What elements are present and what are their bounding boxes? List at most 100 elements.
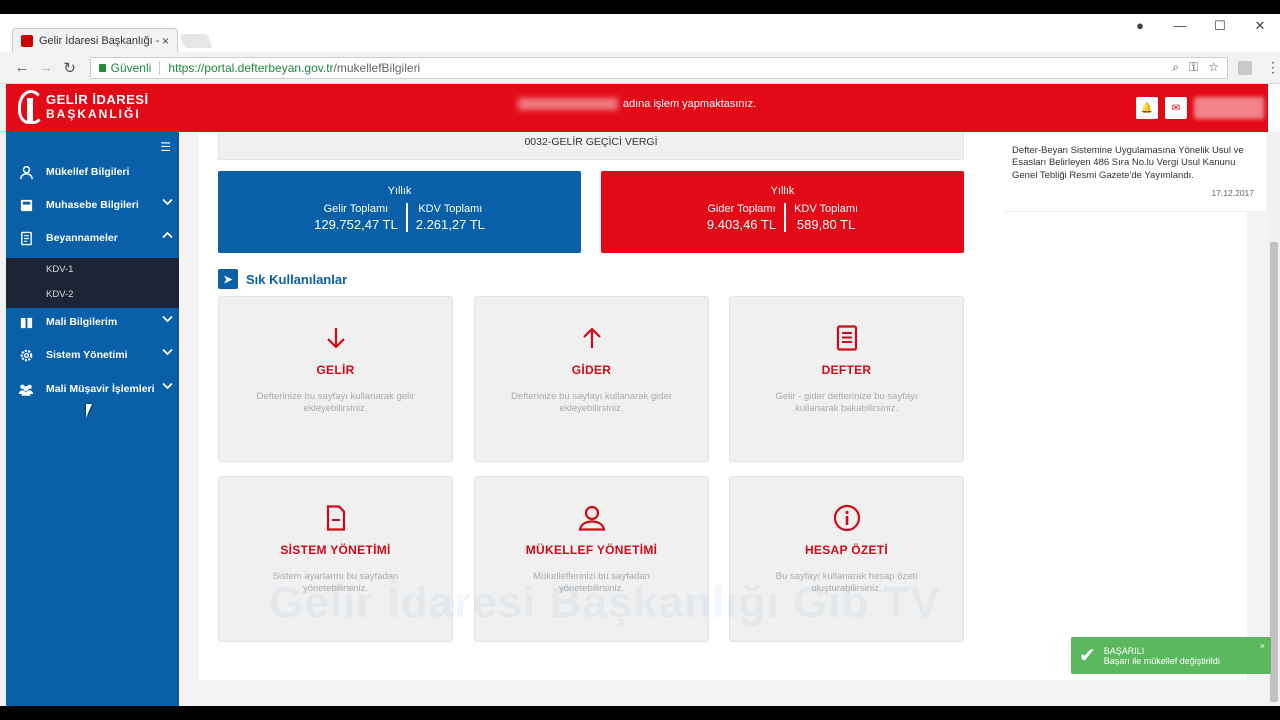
quick-card-gelir[interactable]: GELİR Defterinize bu sayfayı kullanarak … — [218, 296, 453, 462]
quick-card-title: SİSTEM YÖNETİMİ — [280, 543, 391, 557]
blurred-taxpayer-name — [517, 98, 618, 111]
user-menu-button[interactable] — [1194, 97, 1264, 119]
income-period: Yıllık — [387, 185, 412, 197]
mail-icon[interactable]: ✉ — [1165, 97, 1187, 119]
sidebar-item-beyannameler[interactable]: Beyannameler — [6, 226, 179, 250]
sidebar-item-mali-musavir-islemleri[interactable]: Mali Müşavir İşlemleri — [6, 377, 179, 401]
users-icon — [18, 381, 34, 397]
quick-card-desc: Defterinize bu sayfayı kullanarak gider … — [510, 391, 673, 414]
beyannameler-submenu: KDV-1 KDV-2 — [6, 258, 179, 308]
quick-card-desc: Defterinize bu sayfayı kullanarak gelir … — [256, 391, 415, 414]
url-field[interactable]: Güvenli https://portal.defterbeyan.gov.t… — [89, 56, 1229, 79]
browser-tab[interactable]: Gelir İdaresi Başkanlığı - × — [12, 28, 178, 52]
scrollbar-thumb[interactable] — [1270, 242, 1278, 702]
chevron-down-icon — [162, 347, 173, 359]
chevron-down-icon — [162, 314, 173, 326]
toast-message: Başarı ile mükellef değiştirildi — [1103, 655, 1220, 666]
url-host: https://portal.defterbeyan.gov.tr — [168, 60, 334, 75]
chevron-down-icon — [162, 381, 173, 393]
quick-card-desc: Gelir - gider defterinize bu sayfayı kul… — [775, 391, 918, 414]
header-message-text: adına işlem yapmaktasınız. — [622, 98, 757, 110]
main-content: 0032-GELİR GEÇİCİ VERGİ Yıllık Gelir Top… — [179, 132, 1268, 706]
sidebar-item-label: Mali Bilgilerim — [46, 316, 118, 328]
notification-bell-icon[interactable]: 🔔 — [1136, 97, 1158, 119]
submenu-item-kdv2[interactable]: KDV-2 — [46, 289, 73, 300]
key-icon[interactable]: ⚿ — [1189, 60, 1198, 75]
site-header: GELİR İDARESİ BAŞKANLIĞI adına işlem yap… — [6, 84, 1268, 132]
book-icon — [18, 314, 34, 330]
mouse-cursor-icon — [86, 404, 98, 418]
news-text: Defter-Beyan Sistemine Uygulamasına Yöne… — [1012, 145, 1244, 181]
lock-icon — [98, 63, 106, 72]
secure-label: Güvenli — [110, 60, 152, 75]
income-summary-card: Yıllık Gelir Toplamı 129.752,47 TL KDV T… — [218, 171, 581, 253]
content-panel: 0032-GELİR GEÇİCİ VERGİ Yıllık Gelir Top… — [199, 132, 1266, 680]
sidebar-item-mukellef-bilgileri[interactable]: Mükellef Bilgileri — [6, 160, 179, 184]
back-button[interactable]: ← — [10, 59, 34, 76]
minimize-button[interactable]: — — [1160, 18, 1200, 34]
browser-window: Gelir İdaresi Başkanlığı - × ● — ☐ ✕ ← →… — [0, 14, 1280, 706]
video-watermark: Gelir İdaresi Başkanlığı Gib TV — [269, 578, 941, 627]
url-path: /mukellefBilgileri — [333, 60, 421, 75]
bookmark-star-icon[interactable]: ☆ — [1208, 60, 1219, 75]
forward-button[interactable]: → — [34, 59, 58, 76]
sidebar-item-label: Mükellef Bilgileri — [46, 166, 130, 178]
sidebar-item-label: Muhasebe Bilgileri — [46, 199, 139, 211]
sidebar-item-mali-bilgilerim[interactable]: Mali Bilgilerim — [6, 310, 179, 334]
expense-vat-label: KDV Toplamı — [794, 203, 859, 215]
quick-card-title: DEFTER — [821, 363, 872, 377]
quick-card-defter[interactable]: DEFTER Gelir - gider defterinize bu sayf… — [729, 296, 964, 462]
success-toast: ✔ BAŞARILI Başarı ile mükellef değiştiri… — [1071, 637, 1271, 674]
quick-card-title: GELİR — [316, 363, 355, 377]
zoom-icon[interactable]: ⌕ — [1172, 60, 1179, 75]
header-message: adına işlem yapmaktasınız. — [6, 98, 1268, 111]
income-vat-value: 2.261,27 TL — [415, 217, 485, 232]
income-total-label: Gelir Toplamı — [323, 203, 389, 215]
new-tab-button[interactable] — [179, 34, 213, 48]
person-icon — [475, 503, 708, 533]
url-divider — [159, 60, 161, 75]
quick-card-title: GİDER — [571, 363, 612, 377]
arrow-down-icon — [219, 323, 452, 353]
toast-title: BAŞARILI — [1103, 645, 1145, 656]
ledger-icon — [730, 323, 963, 353]
sidebar-toggle-icon[interactable]: ☰ — [160, 140, 171, 154]
profile-icon[interactable]: ● — [1120, 18, 1160, 34]
maximize-button[interactable]: ☐ — [1200, 18, 1240, 34]
checkmark-icon: ✔ — [1079, 645, 1096, 667]
browser-menu-icon[interactable]: ⋮ — [1266, 59, 1280, 76]
page-scrollbar[interactable] — [1268, 132, 1280, 706]
tab-close-icon[interactable]: × — [162, 34, 169, 48]
document-icon — [18, 230, 34, 246]
close-window-button[interactable]: ✕ — [1240, 18, 1280, 34]
address-bar-row: ← → ↻ Güvenli https://portal.defterbeyan… — [0, 52, 1280, 84]
sidebar-item-muhasebe-bilgileri[interactable]: Muhasebe Bilgileri — [6, 193, 179, 217]
sidebar: ☰ Mükellef Bilgileri Muhasebe Bilgileri … — [6, 132, 179, 706]
tab-title: Gelir İdaresi Başkanlığı - — [39, 34, 160, 47]
toast-close-icon[interactable]: × — [1260, 641, 1265, 651]
income-vat-label: KDV Toplamı — [418, 203, 483, 215]
frequent-section-title: ➤ Sık Kullanılanlar — [218, 269, 347, 289]
news-date: 17.12.2017 — [1211, 188, 1254, 198]
window-controls: ● — ☐ ✕ — [1120, 18, 1280, 34]
chevron-down-icon — [162, 197, 173, 209]
quick-card-title: MÜKELLEF YÖNETİMİ — [525, 543, 658, 557]
submenu-item-kdv1[interactable]: KDV-1 — [46, 264, 73, 275]
reload-button[interactable]: ↻ — [58, 59, 82, 77]
sidebar-item-label: Mali Müşavir İşlemleri — [46, 383, 155, 395]
extension-icon[interactable] — [1238, 60, 1252, 75]
news-item[interactable]: Defter-Beyan Sistemine Uygulamasına Yöne… — [1004, 132, 1266, 212]
chevron-up-icon — [162, 230, 173, 242]
tab-bar: Gelir İdaresi Başkanlığı - × ● — ☐ ✕ — [0, 14, 1280, 52]
expense-vat-value: 589,80 TL — [796, 217, 856, 232]
expense-period: Yıllık — [770, 185, 795, 197]
sidebar-item-sistem-yonetimi[interactable]: Sistem Yönetimi — [6, 343, 179, 367]
favicon-icon — [21, 34, 33, 47]
sidebar-item-label: Beyannameler — [46, 232, 118, 244]
arrow-up-icon — [475, 323, 708, 353]
file-icon — [219, 503, 452, 533]
quick-card-title: HESAP ÖZETİ — [804, 543, 889, 557]
tax-type-label: 0032-GELİR GEÇİCİ VERGİ — [218, 132, 964, 160]
sidebar-item-label: Sistem Yönetimi — [46, 349, 128, 361]
quick-card-gider[interactable]: GİDER Defterinize bu sayfayı kullanarak … — [474, 296, 709, 462]
